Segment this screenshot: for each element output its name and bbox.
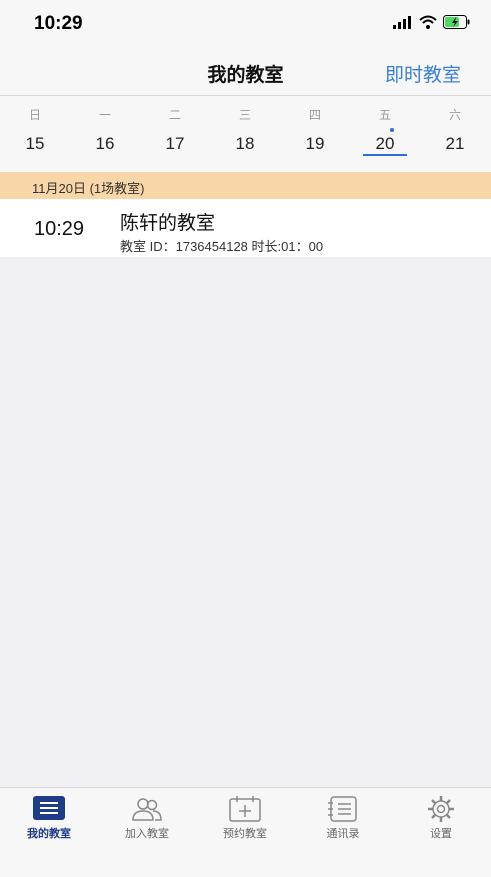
calendar-weekday: 五 (378, 108, 391, 122)
list-icon (33, 796, 65, 820)
calendar-day-18[interactable]: 三 18 (215, 96, 275, 172)
calendar-date: 18 (235, 134, 255, 153)
calendar-weekday: 三 (238, 108, 251, 122)
wifi-icon (419, 15, 437, 29)
status-bar: 10:29 (0, 0, 491, 48)
calendar-date: 15 (25, 134, 45, 153)
week-calendar: 日 15 一 16 二 17 三 18 四 19 五 20 六 21 (0, 96, 491, 172)
calendar-date: 16 (95, 134, 115, 153)
tab-label: 预约教室 (223, 828, 267, 840)
status-icons (393, 15, 471, 29)
tab-my-classroom[interactable]: 我的教室 (0, 788, 98, 848)
people-icon (132, 798, 162, 821)
calendar-date: 17 (165, 134, 185, 153)
calendar-weekday: 二 (168, 108, 181, 122)
tab-schedule-classroom[interactable]: 预约教室 (196, 788, 294, 848)
calendar-day-21[interactable]: 六 21 (425, 96, 485, 172)
date-section-label: 11月20日 (1场教室) (32, 181, 145, 196)
classroom-info: 教室 ID：1736454128 时长:01：00 (120, 239, 324, 254)
status-time: 10:29 (34, 13, 83, 34)
calendar-date: 21 (445, 134, 465, 153)
classroom-time: 10:29 (34, 218, 85, 240)
calendar-weekday: 一 (98, 108, 111, 122)
tab-bar: 我的教室 加入教室 预约教室 通讯录 设置 (0, 787, 491, 877)
calendar-weekday: 四 (308, 108, 321, 122)
calendar-weekday: 六 (448, 108, 461, 122)
tab-label: 通讯录 (326, 828, 360, 840)
calendar-date: 20 (375, 134, 395, 153)
calendar-day-19[interactable]: 四 19 (285, 96, 345, 172)
contacts-icon (328, 796, 357, 822)
tab-label: 我的教室 (27, 828, 71, 840)
gear-icon (428, 796, 454, 822)
tab-settings[interactable]: 设置 (392, 788, 490, 848)
calendar-day-16[interactable]: 一 16 (75, 96, 135, 172)
calendar-day-15[interactable]: 日 15 (5, 96, 65, 172)
tab-label: 加入教室 (125, 828, 169, 840)
battery-icon (443, 15, 470, 29)
selected-day-underline (363, 154, 407, 156)
calendar-date: 19 (305, 134, 325, 153)
calendar-weekday: 日 (28, 108, 41, 122)
calendar-day-20-selected[interactable]: 五 20 (355, 96, 415, 172)
date-section-header: 11月20日 (1场教室) (0, 172, 491, 199)
tab-contacts[interactable]: 通讯录 (294, 788, 392, 848)
tab-label: 设置 (430, 828, 452, 840)
classroom-list-item[interactable]: 10:29 陈轩的教室 教室 ID：1736454128 时长:01：00 (0, 199, 491, 257)
instant-classroom-button[interactable]: 即时教室 (385, 60, 461, 87)
classroom-name: 陈轩的教室 (120, 213, 216, 234)
event-dot-indicator (390, 128, 394, 132)
signal-icon (393, 16, 411, 29)
nav-bar: 我的教室 即时教室 (0, 48, 491, 96)
calendar-plus-icon (229, 796, 261, 822)
tab-join-classroom[interactable]: 加入教室 (98, 788, 196, 848)
calendar-day-17[interactable]: 二 17 (145, 96, 205, 172)
